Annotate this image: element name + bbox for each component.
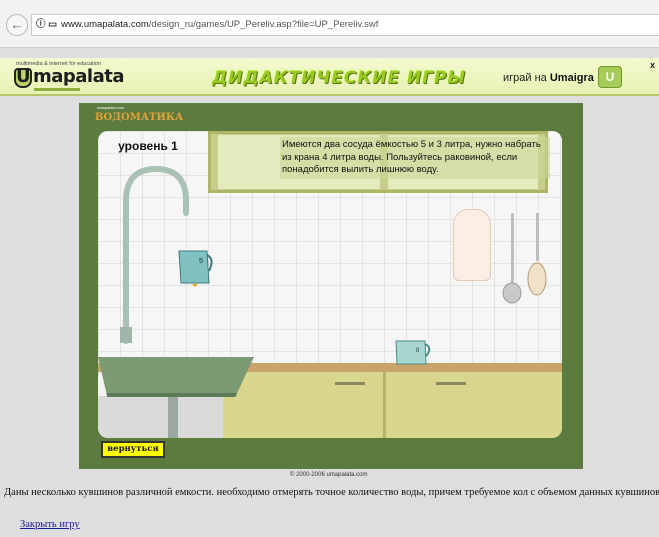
copyright-text: © 2000-2006 umapalata.com xyxy=(290,472,368,478)
faucet[interactable] xyxy=(98,131,562,376)
back-button[interactable]: ← xyxy=(6,14,28,36)
address-bar[interactable]: ⓘ ▭ www.umapalata.com/design_ru/games/UP_… xyxy=(31,14,659,36)
url-path: /design_ru/games/UP_Pereliv.asp?file=UP_… xyxy=(148,19,379,30)
umaigra-logo-icon[interactable]: U xyxy=(598,66,622,88)
back-arrow-icon: ← xyxy=(10,17,24,32)
jug-3-liter[interactable] xyxy=(393,336,433,366)
play-brand: Umaigra xyxy=(549,72,594,84)
cutting-board xyxy=(453,209,491,281)
game-brand: umapalata.com ВОДОМАТИКА xyxy=(95,105,184,123)
url-domain: www.umapalata.com xyxy=(61,19,149,30)
logo-text: mapalata xyxy=(33,66,125,87)
banner-close-button[interactable]: x xyxy=(650,60,655,70)
logo-underline xyxy=(34,88,80,91)
jug-large-amount: 5 xyxy=(199,258,203,265)
game-description: Даны несколько кувшинов различной емкост… xyxy=(4,487,659,498)
cabinet-left xyxy=(98,396,223,438)
site-logo[interactable]: Umapalata xyxy=(14,66,125,88)
browser-toolbar: ← ⓘ ▭ www.umapalata.com/design_ru/games/U… xyxy=(0,0,659,48)
jug-5-liter[interactable] xyxy=(175,243,215,287)
banner-title: ДИДАКТИЧЕСКИЕ ИГРЫ xyxy=(212,68,466,88)
kitchen-cabinet xyxy=(223,372,562,438)
play-text: играй на xyxy=(503,72,547,84)
cabinet-handle xyxy=(335,382,365,385)
faucet-valve xyxy=(120,327,132,343)
close-game-link[interactable]: Закрыть игру xyxy=(20,519,80,530)
info-icon: ⓘ ▭ xyxy=(36,19,58,30)
return-button[interactable]: вернуться xyxy=(101,441,165,458)
ladle-icon xyxy=(502,213,522,304)
cabinet-handle xyxy=(436,382,466,385)
logo-letter: U xyxy=(14,66,32,88)
play-on-umaigra[interactable]: играй на Umaigra xyxy=(503,72,594,84)
game-brand-text: ВОДОМАТИКА xyxy=(95,112,184,123)
sink[interactable] xyxy=(98,357,254,397)
cabinet-divider xyxy=(383,372,386,438)
game-scene: уровень 1 Имеются два сосуда ёмкостью 5 … xyxy=(98,131,562,438)
jug-small-amount: 0 xyxy=(416,348,420,354)
skimmer-icon xyxy=(527,213,547,296)
game-brand-small: umapalata.com xyxy=(97,105,125,110)
sink-drain xyxy=(168,397,178,438)
